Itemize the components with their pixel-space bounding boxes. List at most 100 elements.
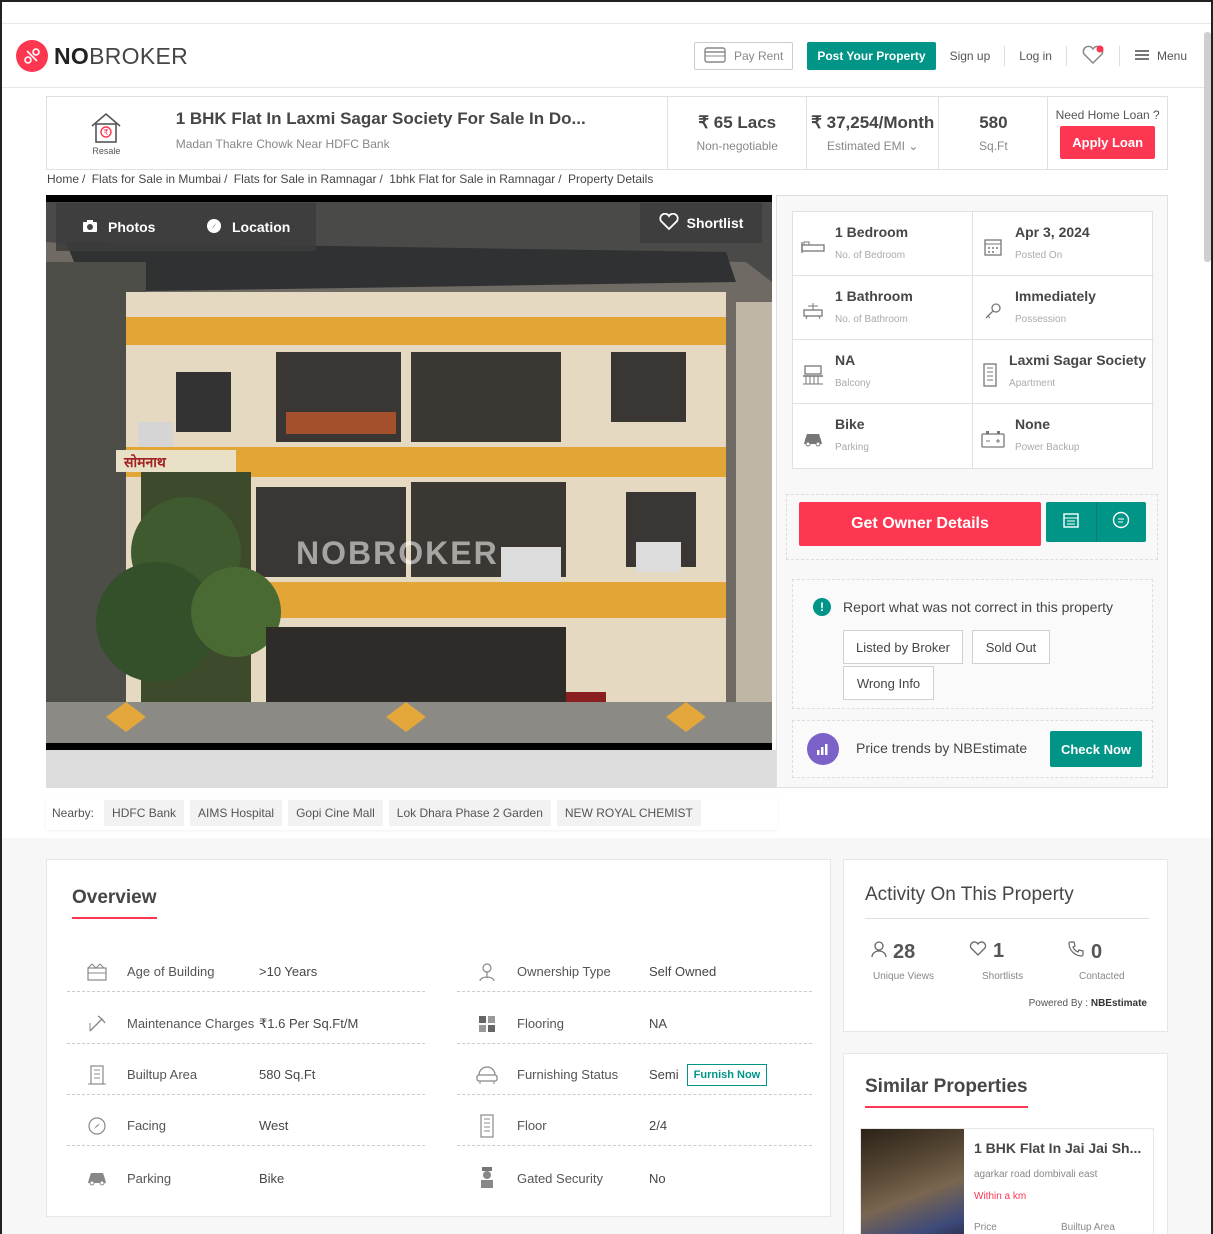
photos-button[interactable]: Photos [56, 203, 182, 251]
location-label: Location [232, 219, 291, 235]
overview-title: Overview [72, 887, 157, 919]
menu-button[interactable]: Menu [1134, 49, 1187, 64]
pay-rent-button[interactable]: Pay Rent [693, 42, 794, 70]
heart-icon [659, 212, 679, 234]
nobroker-logo[interactable]: NOBROKER [16, 40, 188, 72]
breadcrumb-ramnagar[interactable]: Flats for Sale in Ramnagar [234, 172, 377, 186]
schedule-visit-button[interactable] [1046, 502, 1097, 542]
signup-link[interactable]: Sign up [950, 49, 991, 63]
shortlists-label: Shortlists [982, 971, 1024, 982]
heart-icon [969, 940, 987, 963]
car-icon [801, 416, 825, 456]
flooring-icon [457, 1014, 517, 1034]
emi-note: Estimated EMI ⌄ [826, 139, 919, 153]
photo-gallery[interactable]: सोमनाथ Photos Location Shortlist NOBROKE… [46, 195, 772, 750]
building-age-icon [67, 962, 127, 981]
report-sold-out[interactable]: Sold Out [972, 630, 1050, 664]
report-heading: ! Report what was not correct in this pr… [813, 598, 1113, 616]
property-address: Madan Thakre Chowk Near HDFC Bank [175, 137, 390, 151]
unique-views-label: Unique Views [873, 971, 934, 982]
breadcrumb-mumbai[interactable]: Flats for Sale in Mumbai [92, 172, 221, 186]
shortlists-stat: 1 [969, 940, 1004, 963]
resale-badge: ₹ Resale [47, 97, 166, 169]
battery-icon [981, 416, 1005, 456]
login-link[interactable]: Log in [1019, 49, 1052, 63]
nearby-chip[interactable]: AIMS Hospital [190, 800, 283, 826]
heart-icon[interactable] [1081, 45, 1105, 68]
get-owner-details-button[interactable]: Get Owner Details [799, 502, 1041, 546]
post-property-button[interactable]: Post Your Property [807, 42, 936, 70]
area-unit: Sq.Ft [979, 139, 1008, 153]
breadcrumb-current: Property Details [567, 172, 654, 186]
spec-balcony: NA Balcony [793, 340, 973, 404]
site-header: NOBROKER Pay Rent Post Your Property Sig… [2, 24, 1211, 88]
shortlist-label: Shortlist [686, 215, 744, 231]
camera-icon [82, 219, 98, 236]
nearby-chip[interactable]: HDFC Bank [104, 800, 185, 826]
header-actions: Pay Rent Post Your Property Sign up Log … [693, 42, 1187, 70]
price-note: Non-negotiable [696, 139, 778, 153]
overview-row: Maintenance Charges ₹1.6 Per Sq.Ft/M [67, 1004, 425, 1044]
furnish-now-button[interactable]: Furnish Now [686, 1063, 768, 1086]
scrollbar[interactable] [1204, 32, 1211, 262]
contacted-label: Contacted [1079, 971, 1125, 982]
svg-text:सोमनाथ: सोमनाथ [123, 454, 167, 471]
check-now-button[interactable]: Check Now [1050, 731, 1142, 767]
browser-frame: NOBROKER Pay Rent Post Your Property Sig… [0, 0, 1213, 1234]
house-icon: ₹ [88, 110, 124, 146]
card-icon [704, 46, 726, 66]
nearby-chip[interactable]: NEW ROYAL CHEMIST [556, 800, 701, 826]
alert-icon: ! [813, 598, 831, 616]
breadcrumb-home[interactable]: Home [47, 172, 79, 186]
divider [1065, 46, 1067, 66]
report-wrong-info[interactable]: Wrong Info [843, 666, 934, 700]
overview-row: Ownership Type Self Owned [457, 952, 812, 992]
breadcrumb-1bhk[interactable]: 1bhk Flat for Sale in Ramnagar [389, 172, 555, 186]
report-listed-by-broker[interactable]: Listed by Broker [843, 630, 963, 664]
nearby-label: Nearby: [52, 806, 95, 820]
location-button[interactable]: Location [180, 203, 317, 251]
similar-property-address: agarkar road dombivali east [974, 1169, 1098, 1180]
maintenance-icon [67, 1013, 127, 1035]
loan-block: Need Home Loan ? Apply Loan [1048, 97, 1167, 169]
price-value: ₹ 65 Lacs [698, 113, 777, 132]
svg-text:₹: ₹ [104, 128, 109, 137]
quick-actions [1046, 502, 1146, 542]
nearby-chip[interactable]: Gopi Cine Mall [288, 800, 383, 826]
nearby-chip[interactable]: Lok Dhara Phase 2 Garden [388, 800, 551, 826]
divider [865, 918, 1149, 919]
activity-card: Activity On This Property 28 Unique View… [843, 859, 1168, 1032]
spec-bathroom: 1 Bathroom No. of Bathroom [793, 276, 973, 340]
emi-block[interactable]: ₹ 37,254/Month Estimated EMI ⌄ [807, 97, 940, 169]
key-icon [981, 288, 1005, 327]
spec-grid: 1 Bedroom No. of Bedroom Apr 3, 2024 Poste… [792, 211, 1154, 469]
bath-icon [801, 288, 825, 327]
resale-label: Resale [92, 146, 121, 156]
title-block: 1 BHK Flat In Laxmi Sagar Society For Sa… [166, 97, 669, 169]
calendar-icon [1062, 511, 1080, 534]
activity-title: Activity On This Property [865, 884, 1074, 905]
area-value: 580 [979, 113, 1008, 132]
similar-property-card[interactable]: 1 BHK Flat In Jai Jai Sh... agarkar road… [860, 1128, 1154, 1234]
gallery-footer [46, 750, 776, 788]
breadcrumb: Home / Flats for Sale in Mumbai / Flats fo… [47, 172, 654, 186]
overview-row: Flooring NA [457, 1004, 812, 1044]
emi-value: ₹ 37,254/Month [811, 113, 935, 132]
shortlist-button[interactable]: Shortlist [640, 203, 762, 243]
area-block: 580 Sq.Ft [939, 97, 1049, 169]
unique-views-stat: 28 [871, 940, 915, 964]
overview-row: Furnishing Status Semi Furnish Now [457, 1055, 812, 1095]
property-photo[interactable]: सोमनाथ [46, 202, 772, 743]
balcony-icon [801, 352, 825, 391]
spec-power-backup: None Power Backup [973, 404, 1154, 468]
similar-property-distance: Within a km [974, 1191, 1027, 1202]
similar-price-label: Price [974, 1222, 997, 1233]
similar-property-name[interactable]: 1 BHK Flat In Jai Jai Sh... [974, 1140, 1141, 1156]
apply-loan-button[interactable]: Apply Loan [1060, 125, 1156, 159]
similar-property-image[interactable] [861, 1129, 964, 1234]
overview-row: Builtup Area 580 Sq.Ft [67, 1055, 425, 1095]
chat-button[interactable] [1097, 502, 1147, 542]
divider [1118, 46, 1120, 66]
builtup-icon [67, 1064, 127, 1086]
spec-apartment: Laxmi Sagar Society Apartment [973, 340, 1154, 404]
